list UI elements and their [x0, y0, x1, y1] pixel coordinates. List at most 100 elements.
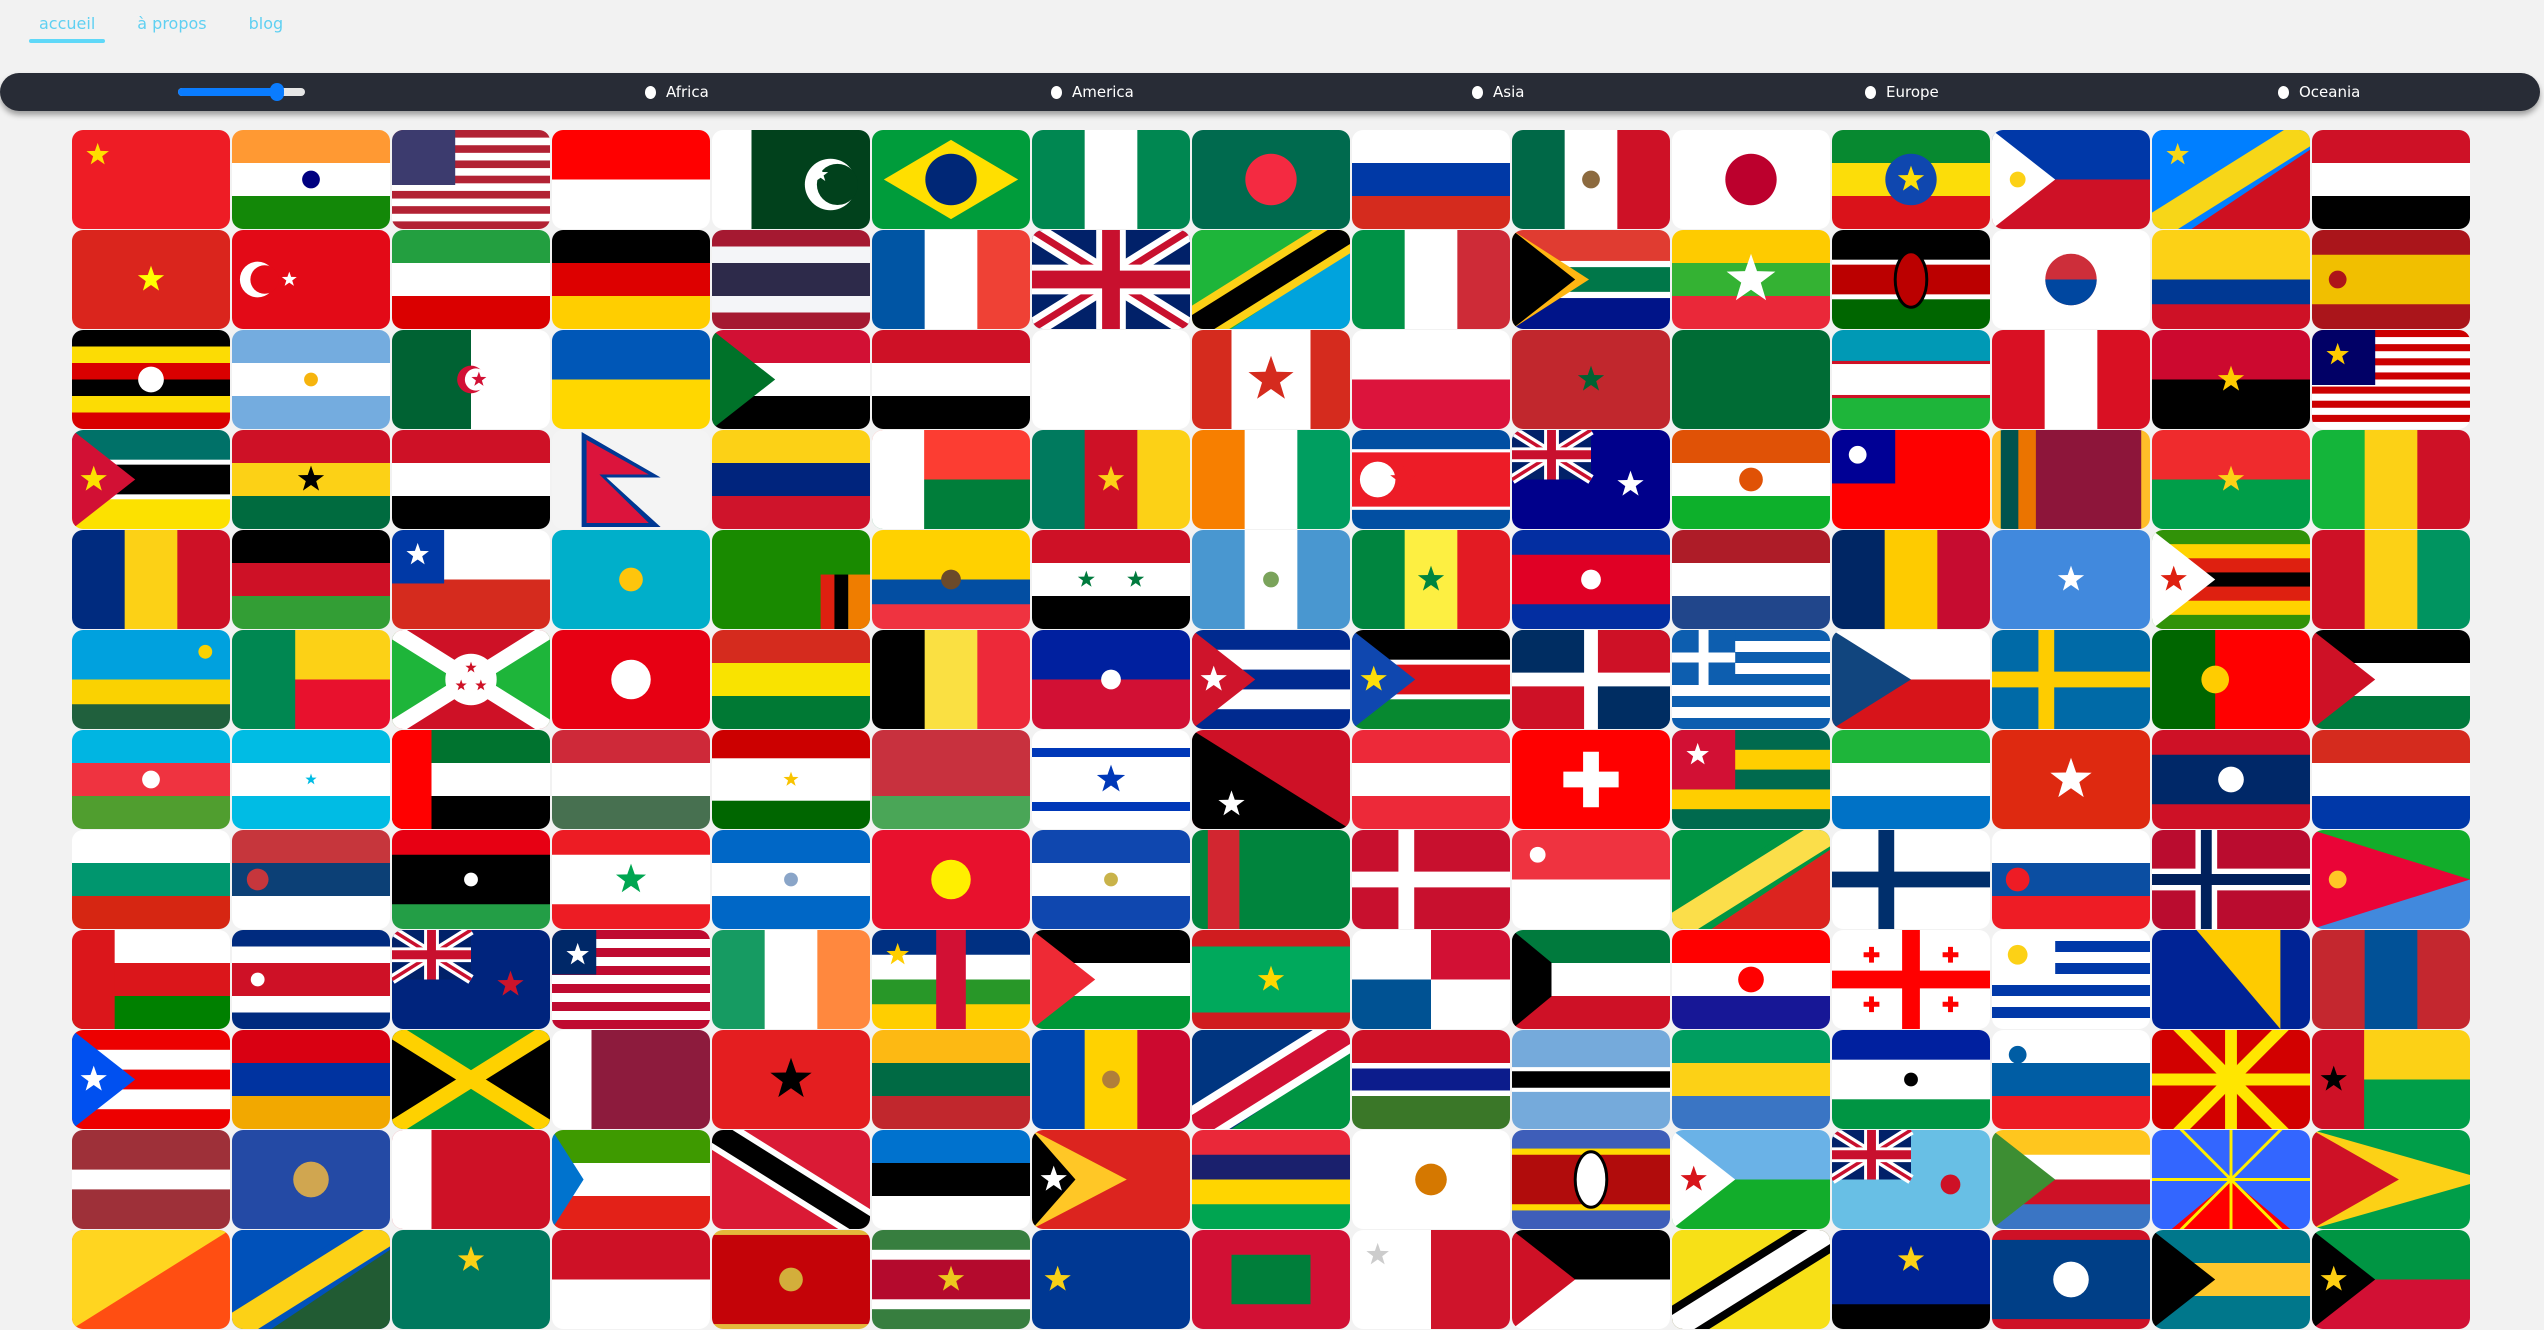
flag-mozambique[interactable]: [72, 430, 230, 529]
flag-turkmenistan[interactable]: [1192, 830, 1350, 929]
flag-tanzania[interactable]: [1192, 230, 1350, 329]
flag-malawi[interactable]: [232, 530, 390, 629]
flag-new-zealand[interactable]: [392, 930, 550, 1029]
flag-qatar[interactable]: [552, 1030, 710, 1129]
flag-belize[interactable]: [1992, 1230, 2150, 1329]
flag-brunei[interactable]: [1672, 1230, 1830, 1329]
flag-cape-verde[interactable]: [1032, 1230, 1190, 1329]
flag-czechia[interactable]: [1832, 630, 1990, 729]
flag-sri-lanka[interactable]: [1992, 430, 2150, 529]
flag-angola[interactable]: [2152, 330, 2310, 429]
flag-greece[interactable]: [1672, 630, 1830, 729]
flag-somalia[interactable]: [1992, 530, 2150, 629]
flag-south-korea[interactable]: [1992, 230, 2150, 329]
flag-argentina[interactable]: [232, 330, 390, 429]
flag-latvia[interactable]: [72, 1130, 230, 1229]
flag-jamaica[interactable]: [392, 1030, 550, 1129]
flag-guyana[interactable]: [2312, 1130, 2470, 1229]
flag-portugal[interactable]: [2152, 630, 2310, 729]
flag-sweden[interactable]: [1992, 630, 2150, 729]
flag-colombia[interactable]: [2152, 230, 2310, 329]
flag-algeria[interactable]: [392, 330, 550, 429]
flag-djibouti[interactable]: [1672, 1130, 1830, 1229]
flag-cuba[interactable]: [1192, 630, 1350, 729]
flag-panama[interactable]: [1352, 930, 1510, 1029]
flag-nigeria[interactable]: [1032, 130, 1190, 229]
flag-palestine[interactable]: [1032, 930, 1190, 1029]
flag-italy[interactable]: [1352, 230, 1510, 329]
flag-taiwan[interactable]: [1832, 430, 1990, 529]
flag-cameroon[interactable]: [1032, 430, 1190, 529]
flag-cambodia[interactable]: [1512, 530, 1670, 629]
flag-uruguay[interactable]: [1992, 930, 2150, 1029]
flag-malaysia[interactable]: [2312, 330, 2470, 429]
flag-puerto-rico[interactable]: [72, 1030, 230, 1129]
flag-central-african-republic[interactable]: [872, 930, 1030, 1029]
flag-slovakia[interactable]: [1992, 830, 2150, 929]
flag-rwanda[interactable]: [72, 630, 230, 729]
flag-germany[interactable]: [552, 230, 710, 329]
flag-costa-rica[interactable]: [232, 930, 390, 1029]
flag-ukraine[interactable]: [552, 330, 710, 429]
flag-namibia[interactable]: [1192, 1030, 1350, 1129]
flag-macau[interactable]: [392, 1230, 550, 1329]
flag-brazil[interactable]: [872, 130, 1030, 229]
flag-uk[interactable]: [1032, 230, 1190, 329]
flag-kazakhstan[interactable]: [552, 530, 710, 629]
flag-dominican-republic[interactable]: [1512, 630, 1670, 729]
flag-guadeloupe[interactable]: [1832, 1230, 1990, 1329]
flag-morocco[interactable]: [1512, 330, 1670, 429]
flag-togo[interactable]: [1672, 730, 1830, 829]
flag-lesotho[interactable]: [1832, 1030, 1990, 1129]
flag-iraq[interactable]: [872, 330, 1030, 429]
flag-bahamas-2[interactable]: [2152, 1230, 2310, 1329]
flag-uae[interactable]: [392, 730, 550, 829]
flag-vietnam[interactable]: [72, 230, 230, 329]
flag-kosovo[interactable]: [232, 1130, 390, 1229]
flag-belgium[interactable]: [872, 630, 1030, 729]
flag-norway[interactable]: [2152, 830, 2310, 929]
flag-jordan[interactable]: [2312, 630, 2470, 729]
flag-denmark[interactable]: [1352, 830, 1510, 929]
flag-north-macedonia[interactable]: [2152, 1030, 2310, 1129]
flag-equatorial-guinea[interactable]: [552, 1130, 710, 1229]
region-radio-oceania[interactable]: Oceania: [2278, 83, 2360, 101]
flag-australia[interactable]: [1512, 430, 1670, 529]
flag-bahamas[interactable]: [1512, 1230, 1670, 1329]
flag-reunion[interactable]: [2152, 1130, 2310, 1229]
radio-icon[interactable]: [1472, 85, 1483, 99]
flag-montenegro[interactable]: [712, 1230, 870, 1329]
flag-ethiopia[interactable]: [1832, 130, 1990, 229]
flag-senegal[interactable]: [1352, 530, 1510, 629]
flag-honduras[interactable]: [232, 730, 390, 829]
flag-bahrain[interactable]: [392, 1130, 550, 1229]
flag-niger[interactable]: [1672, 430, 1830, 529]
flag-bhutan[interactable]: [72, 1230, 230, 1329]
flag-japan[interactable]: [1672, 130, 1830, 229]
flag-thailand[interactable]: [712, 230, 870, 329]
flag-el-salvador[interactable]: [1032, 830, 1190, 929]
flag-mauritius[interactable]: [1192, 1130, 1350, 1229]
flag-bulgaria[interactable]: [72, 830, 230, 929]
flag-haiti[interactable]: [1032, 630, 1190, 729]
flag-kyrgyzstan[interactable]: [872, 830, 1030, 929]
flag-guatemala[interactable]: [1192, 530, 1350, 629]
flag-paraguay[interactable]: [2312, 730, 2470, 829]
flag-china[interactable]: [72, 130, 230, 229]
flag-india[interactable]: [232, 130, 390, 229]
flag-fiji[interactable]: [1832, 1130, 1990, 1229]
flag-guinea[interactable]: [2312, 530, 2470, 629]
slider-handle[interactable]: [270, 83, 285, 101]
flag-kenya[interactable]: [1832, 230, 1990, 329]
flag-burkina-faso[interactable]: [2152, 430, 2310, 529]
flag-romania[interactable]: [72, 530, 230, 629]
flag-croatia[interactable]: [1672, 930, 1830, 1029]
flag-armenia[interactable]: [232, 1030, 390, 1129]
flag-laos[interactable]: [2152, 730, 2310, 829]
flag-lebanon[interactable]: [552, 830, 710, 929]
flag-usa[interactable]: [392, 130, 550, 229]
flag-dr-congo[interactable]: [2152, 130, 2310, 229]
region-radio-america[interactable]: America: [1051, 83, 1134, 101]
flag-liberia[interactable]: [552, 930, 710, 1029]
flag-sierra-leone[interactable]: [1832, 730, 1990, 829]
